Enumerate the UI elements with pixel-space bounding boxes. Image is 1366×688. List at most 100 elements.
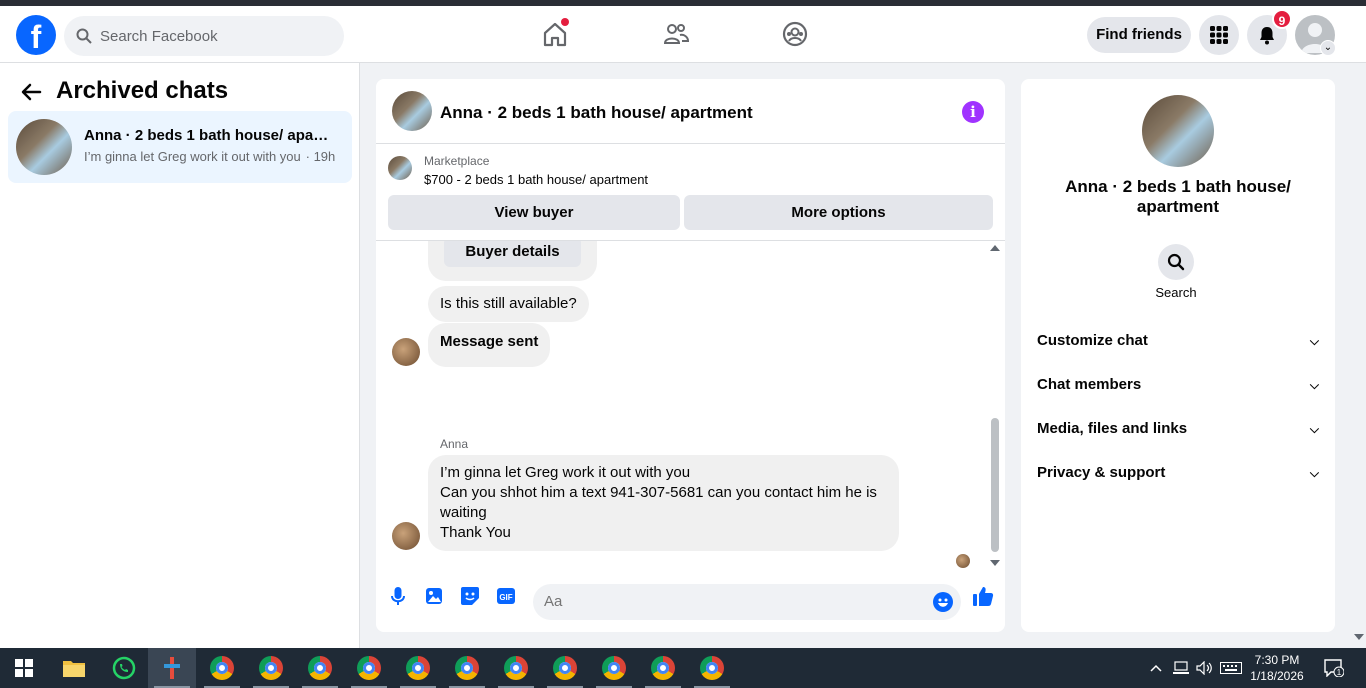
section-label: Customize chat <box>1037 332 1148 349</box>
chrome-profile-icon[interactable] <box>590 648 638 688</box>
chat-item-preview: I’m ginna let Greg work it out with you … <box>84 149 335 164</box>
file-explorer-icon[interactable] <box>50 648 98 688</box>
system-clock[interactable]: 7:30 PM 1/18/2026 <box>1240 652 1314 684</box>
gif-icon[interactable]: GIF <box>496 586 516 606</box>
account-chevron-down-icon[interactable]: ⌄ <box>1320 40 1336 56</box>
emoji-icon[interactable] <box>933 592 953 612</box>
bell-icon <box>1260 27 1274 45</box>
action-center-icon[interactable]: 1 <box>1324 648 1344 688</box>
groups-icon[interactable] <box>781 20 811 50</box>
network-icon[interactable] <box>1172 648 1190 688</box>
marketplace-label: Marketplace <box>424 154 490 168</box>
chrome-profile-icon[interactable] <box>492 648 540 688</box>
pinned-app-icon[interactable] <box>148 648 196 688</box>
chevron-down-icon: ⌵ <box>1309 334 1319 348</box>
section-media-files-links[interactable]: Media, files and links ⌵ <box>1037 411 1319 447</box>
message-input[interactable] <box>533 584 961 620</box>
page-scroll-down-arrow[interactable] <box>1354 634 1364 640</box>
chrome-profile-icon[interactable] <box>345 648 393 688</box>
section-customize-chat[interactable]: Customize chat ⌵ <box>1037 323 1319 359</box>
chat-item-time: · 19h <box>305 149 336 164</box>
chrome-profile-icon[interactable] <box>296 648 344 688</box>
message-bubble[interactable]: Is this still available? <box>428 286 589 322</box>
chrome-profile-icon[interactable] <box>394 648 442 688</box>
section-label: Chat members <box>1037 376 1142 393</box>
keyboard-icon[interactable] <box>1220 648 1242 688</box>
listing-thumbnail <box>16 119 72 175</box>
info-search-button[interactable] <box>1158 244 1194 280</box>
notification-badge: 9 <box>1272 9 1292 29</box>
message-composer: GIF <box>376 572 1005 632</box>
volume-icon[interactable] <box>1196 648 1214 688</box>
chat-list-item[interactable]: Anna · 2 beds 1 bath house/ apartment I’… <box>8 111 352 183</box>
chrome-profile-icon[interactable] <box>541 648 589 688</box>
page-scrollbar[interactable] <box>1352 63 1366 648</box>
friends-icon[interactable] <box>662 20 692 50</box>
message-bubble[interactable]: Message sent <box>428 323 551 367</box>
scroll-up-arrow[interactable] <box>990 245 1000 251</box>
search-icon <box>1167 253 1185 271</box>
find-friends-button[interactable]: Find friends <box>1087 17 1191 53</box>
info-thumbnail[interactable] <box>1142 95 1214 167</box>
section-privacy-support[interactable]: Privacy & support ⌵ <box>1037 455 1319 491</box>
conversation-thumbnail[interactable] <box>392 91 432 131</box>
section-chat-members[interactable]: Chat members ⌵ <box>1037 367 1319 403</box>
photo-icon[interactable] <box>424 586 444 606</box>
section-label: Privacy & support <box>1037 464 1166 481</box>
info-search-label: Search <box>1155 285 1197 300</box>
view-buyer-button[interactable]: View buyer <box>388 195 680 230</box>
chevron-down-icon: ⌵ <box>1309 378 1319 392</box>
back-arrow-icon[interactable] <box>20 81 42 103</box>
chrome-profile-icon[interactable] <box>443 648 491 688</box>
chrome-profile-icon[interactable] <box>688 648 736 688</box>
more-options-button[interactable]: More options <box>684 195 993 230</box>
page-title: Archived chats <box>56 77 229 104</box>
message-list[interactable]: Buyer details Is this still available? M… <box>376 241 1005 571</box>
chevron-down-icon: ⌵ <box>1309 466 1319 480</box>
whatsapp-icon[interactable] <box>100 648 148 688</box>
search-box[interactable]: Search Facebook <box>64 16 344 56</box>
sender-avatar[interactable] <box>392 522 420 550</box>
sender-avatar[interactable] <box>392 338 420 366</box>
message-line: Thank You <box>440 524 511 541</box>
sticker-icon[interactable] <box>460 586 480 606</box>
sender-name: Anna <box>440 437 469 451</box>
message-bubble[interactable]: I’m ginna let Greg work it out with you … <box>428 455 899 551</box>
listing-price-title[interactable]: $700 - 2 beds 1 bath house/ apartment <box>424 172 648 187</box>
conversation-panel: Anna · 2 beds 1 bath house/ apartment i … <box>376 79 1005 632</box>
show-hidden-icons-chevron-up-icon[interactable] <box>1150 648 1162 688</box>
buyer-details-button[interactable]: Buyer details <box>444 241 581 267</box>
search-input[interactable]: Search Facebook <box>100 28 218 45</box>
windows-start-icon[interactable] <box>0 648 48 688</box>
message-line: I’m ginna let Greg work it out with you <box>440 464 691 481</box>
message-scrollbar[interactable] <box>991 418 999 552</box>
message-line: Can you shhot him a text 941-307-5681 ca… <box>440 484 877 521</box>
svg-text:GIF: GIF <box>499 593 512 602</box>
seen-indicator-avatar <box>956 554 970 568</box>
like-thumbs-up-icon[interactable] <box>972 584 994 608</box>
chat-item-preview-text: I’m ginna let Greg work it out with you <box>84 149 301 164</box>
conversation-title[interactable]: Anna · 2 beds 1 bath house/ apartment <box>440 103 753 123</box>
chrome-profile-icon[interactable] <box>247 648 295 688</box>
section-label: Media, files and links <box>1037 420 1188 437</box>
info-title: Anna · 2 beds 1 bath house/ apartment <box>1065 177 1291 216</box>
home-notification-dot <box>561 18 569 26</box>
chat-item-title: Anna · 2 beds 1 bath house/ apartment <box>84 127 334 144</box>
menu-grid-button[interactable] <box>1199 15 1239 55</box>
grid-icon <box>1210 26 1228 44</box>
clock-date: 1/18/2026 <box>1250 669 1304 683</box>
conversation-header: Anna · 2 beds 1 bath house/ apartment i <box>376 79 1005 144</box>
archived-chats-sidebar: Archived chats Anna · 2 beds 1 bath hous… <box>0 63 360 648</box>
conversation-info-panel: Anna · 2 beds 1 bath house/ apartment Se… <box>1021 79 1335 632</box>
chrome-profile-icon[interactable] <box>639 648 687 688</box>
scroll-down-arrow[interactable] <box>990 560 1000 566</box>
top-navigation-bar: f Search Facebook Find friends 9 ⌄ <box>0 6 1366 63</box>
action-center-count: 1 <box>1337 668 1342 677</box>
clock-time: 7:30 PM <box>1254 653 1300 667</box>
chrome-icon[interactable] <box>198 648 246 688</box>
home-icon[interactable] <box>541 18 571 50</box>
search-icon <box>76 28 92 44</box>
microphone-icon[interactable] <box>388 586 408 606</box>
facebook-logo-icon[interactable]: f <box>16 15 56 55</box>
info-icon[interactable]: i <box>962 101 984 123</box>
